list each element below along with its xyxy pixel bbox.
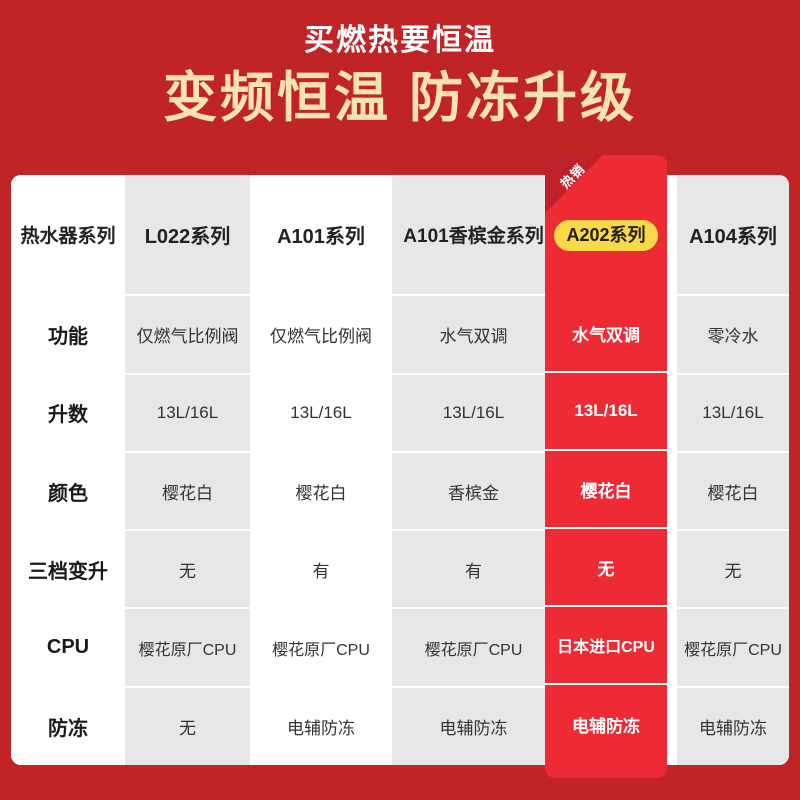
comparison-table-container: 热水器系列 L022系列 A101系列 A101香槟金系列 A104系列 功能 … — [11, 175, 789, 765]
cell-color-a104: 樱花白 — [677, 451, 789, 532]
cell-cpu-a101-champagne: 樱花原厂CPU — [392, 608, 555, 688]
cell-cpu-l022: 樱花原厂CPU — [125, 608, 250, 688]
table-row: 升数 13L/16L 13L/16L 13L/16L 13L/16L — [11, 373, 789, 453]
cell-liters-l022: 13L/16L — [125, 373, 250, 453]
row-label-antifreeze: 防冻 — [11, 686, 125, 765]
cell-three-gear-a101: 有 — [250, 530, 392, 610]
row-label-three-gear: 三档变升 — [11, 530, 125, 610]
cell-antifreeze-a202: 电辅防冻 — [572, 716, 640, 736]
highlighted-column-cells: 水气双调 13L/16L 樱花白 无 日本进口CPU 电辅防冻 — [545, 295, 667, 763]
cell-liters-a101: 13L/16L — [250, 373, 392, 453]
header-subtitle: 买燃热要恒温 — [304, 24, 496, 57]
cell-color-a202: 樱花白 — [545, 451, 667, 529]
row-label-color: 颜色 — [11, 451, 125, 532]
table-body: 热水器系列 L022系列 A101系列 A101香槟金系列 A104系列 功能 … — [11, 175, 789, 765]
promo-header: 买燃热要恒温 变频恒温 防冻升级 — [0, 0, 800, 131]
header-title: 变频恒温 防冻升级 — [162, 67, 637, 128]
table-row: 防冻 无 电辅防冻 电辅防冻 电辅防冻 — [11, 686, 789, 765]
row-label-liters: 升数 — [11, 373, 125, 453]
cell-liters-a101-champagne: 13L/16L — [392, 373, 555, 453]
column-header-l022: L022系列 — [125, 175, 250, 297]
row-label-function: 功能 — [11, 295, 125, 375]
cell-color-a101: 樱花白 — [250, 451, 392, 532]
comparison-table: 热水器系列 L022系列 A101系列 A101香槟金系列 A104系列 功能 … — [11, 175, 789, 765]
column-header-a104: A104系列 — [677, 175, 789, 297]
cell-antifreeze-a101-champagne: 电辅防冻 — [392, 686, 555, 765]
table-row: 功能 仅燃气比例阀 仅燃气比例阀 水气双调 零冷水 — [11, 295, 789, 375]
cell-cpu-a104: 樱花原厂CPU — [677, 608, 789, 688]
highlighted-column-a202[interactable]: 热销 A202系列 水气双调 13L/16L 樱花白 无 日本进口CPU 电辅防… — [545, 155, 667, 778]
cell-function-a202: 水气双调 — [545, 295, 667, 373]
cell-antifreeze-a101: 电辅防冻 — [250, 686, 392, 765]
cell-function-a104: 零冷水 — [677, 295, 789, 375]
cell-three-gear-a104: 无 — [677, 530, 789, 610]
cell-function-a101: 仅燃气比例阀 — [250, 295, 392, 375]
cell-antifreeze-a104: 电辅防冻 — [677, 686, 789, 765]
table-header-row: 热水器系列 L022系列 A101系列 A101香槟金系列 A104系列 — [11, 175, 789, 297]
cell-liters-a202: 13L/16L — [545, 373, 667, 451]
cell-function-a101-champagne: 水气双调 — [392, 295, 555, 375]
cell-three-gear-l022: 无 — [125, 530, 250, 610]
cell-three-gear-a202: 无 — [545, 529, 667, 607]
table-row: CPU 樱花原厂CPU 樱花原厂CPU 樱花原厂CPU 樱花原厂CPU — [11, 608, 789, 688]
cell-three-gear-a101-champagne: 有 — [392, 530, 555, 610]
row-label-cpu: CPU — [11, 608, 125, 688]
cell-cpu-a101: 樱花原厂CPU — [250, 608, 392, 688]
table-row: 三档变升 无 有 有 无 — [11, 530, 789, 610]
cell-function-l022: 仅燃气比例阀 — [125, 295, 250, 375]
highlighted-column-header: A202系列 — [545, 175, 667, 295]
cell-cpu-a202: 日本进口CPU — [545, 607, 667, 685]
column-header-series: 热水器系列 — [11, 175, 125, 297]
column-header-a101-champagne: A101香槟金系列 — [392, 175, 555, 297]
cell-color-a101-champagne: 香槟金 — [392, 451, 555, 532]
cell-liters-a104: 13L/16L — [677, 373, 789, 453]
column-header-a101: A101系列 — [250, 175, 392, 297]
a202-series-badge: A202系列 — [554, 219, 658, 251]
cell-antifreeze-l022: 无 — [125, 686, 250, 765]
cell-color-l022: 樱花白 — [125, 451, 250, 532]
table-row: 颜色 樱花白 樱花白 香槟金 樱花白 — [11, 451, 789, 532]
